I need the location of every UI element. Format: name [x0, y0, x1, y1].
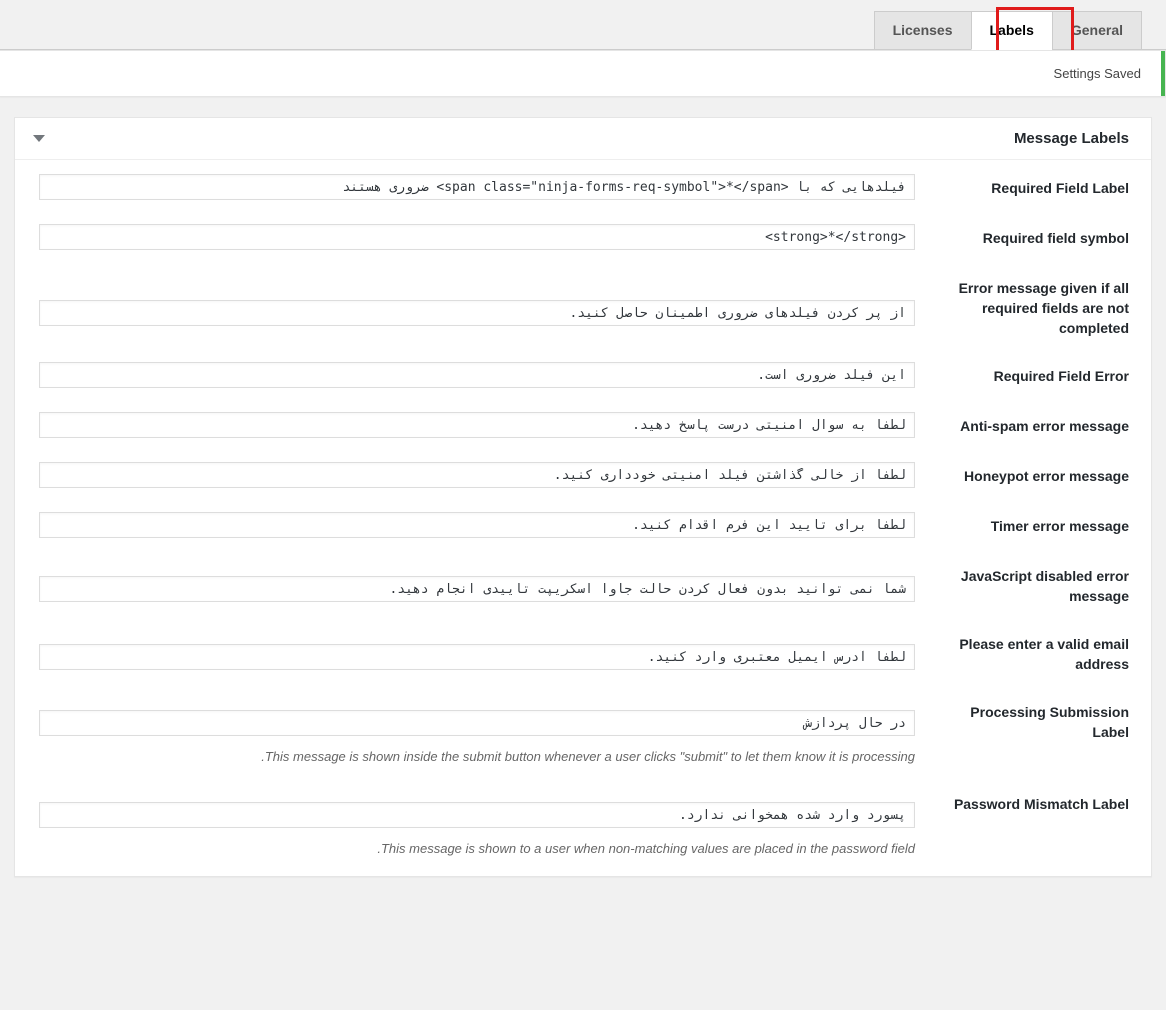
- table-row: Honeypot error message: [15, 448, 1151, 498]
- valid-email-error-input[interactable]: [39, 644, 915, 670]
- all-fields-error-input[interactable]: [39, 300, 915, 326]
- field-cell: This message is shown to a user when non…: [15, 776, 925, 868]
- field-cell: [15, 160, 925, 210]
- field-label: Required Field Error: [993, 368, 1129, 384]
- field-cell: [15, 260, 925, 348]
- field-label: Please enter a valid email address: [959, 636, 1129, 672]
- notice-accent-bar: [1161, 51, 1165, 96]
- table-row: Required field symbol: [15, 210, 1151, 260]
- field-label: Timer error message: [990, 518, 1129, 534]
- message-labels-form: Required Field Label Required field symb…: [15, 160, 1151, 876]
- field-label: Required Field Label: [991, 180, 1129, 196]
- field-label: JavaScript disabled error message: [960, 568, 1129, 604]
- table-row: Error message given if all required fiel…: [15, 260, 1151, 348]
- field-cell: [15, 398, 925, 448]
- field-label: Anti-spam error message: [960, 418, 1129, 434]
- page-root: Licenses Labels General Settings Saved M…: [0, 0, 1166, 1010]
- table-row: Please enter a valid email address: [15, 616, 1151, 684]
- field-label: Password Mismatch Label: [953, 796, 1129, 812]
- triangle-down-icon[interactable]: [33, 135, 45, 142]
- password-mismatch-description: This message is shown to a user when non…: [377, 841, 915, 856]
- field-cell: [15, 548, 925, 616]
- table-row: Anti-spam error message: [15, 398, 1151, 448]
- table-row: Timer error message: [15, 498, 1151, 548]
- table-row: Required Field Error: [15, 348, 1151, 398]
- processing-submission-input[interactable]: [39, 710, 915, 736]
- settings-saved-notice: Settings Saved: [0, 50, 1166, 97]
- field-cell: [15, 348, 925, 398]
- field-cell: [15, 210, 925, 260]
- field-label: Honeypot error message: [964, 468, 1129, 484]
- required-field-error-input[interactable]: [39, 362, 915, 388]
- tab-licenses[interactable]: Licenses: [873, 11, 972, 50]
- field-label: Error message given if all required fiel…: [958, 280, 1129, 336]
- field-cell: This message is shown inside the submit …: [15, 684, 925, 776]
- table-row: This message is shown inside the submit …: [15, 684, 1151, 776]
- field-label: Required field symbol: [982, 230, 1129, 246]
- table-row: JavaScript disabled error message: [15, 548, 1151, 616]
- tab-general[interactable]: General: [1051, 11, 1142, 50]
- tab-list: Licenses Labels General: [873, 11, 1142, 50]
- form-bottom-spacer: [15, 868, 1151, 876]
- honeypot-error-input[interactable]: [39, 462, 915, 488]
- panel-wrapper: Message Labels Required Field Label: [0, 97, 1166, 877]
- settings-tab-bar: Licenses Labels General: [0, 0, 1166, 54]
- panel-header: Message Labels: [15, 118, 1151, 160]
- message-labels-panel: Message Labels Required Field Label: [14, 117, 1152, 877]
- spacer-cell-left: [15, 868, 925, 876]
- password-mismatch-input[interactable]: [39, 802, 915, 828]
- table-row: Required Field Label: [15, 160, 1151, 210]
- timer-error-input[interactable]: [39, 512, 915, 538]
- field-cell: [15, 498, 925, 548]
- field-label: Processing Submission Label: [970, 704, 1129, 740]
- settings-saved-text: Settings Saved: [1053, 66, 1141, 81]
- field-cell: [15, 448, 925, 498]
- required-field-label-input[interactable]: [39, 174, 915, 200]
- anti-spam-error-input[interactable]: [39, 412, 915, 438]
- spacer-cell-right: [925, 868, 1151, 876]
- javascript-disabled-error-input[interactable]: [39, 576, 915, 602]
- form-rows: Required Field Label Required field symb…: [15, 160, 1151, 876]
- field-cell: [15, 616, 925, 684]
- panel-title: Message Labels: [1013, 130, 1129, 147]
- table-row: This message is shown to a user when non…: [15, 776, 1151, 868]
- tab-labels[interactable]: Labels: [970, 11, 1053, 50]
- processing-submission-description: This message is shown inside the submit …: [261, 749, 915, 764]
- required-field-symbol-input[interactable]: [39, 224, 915, 250]
